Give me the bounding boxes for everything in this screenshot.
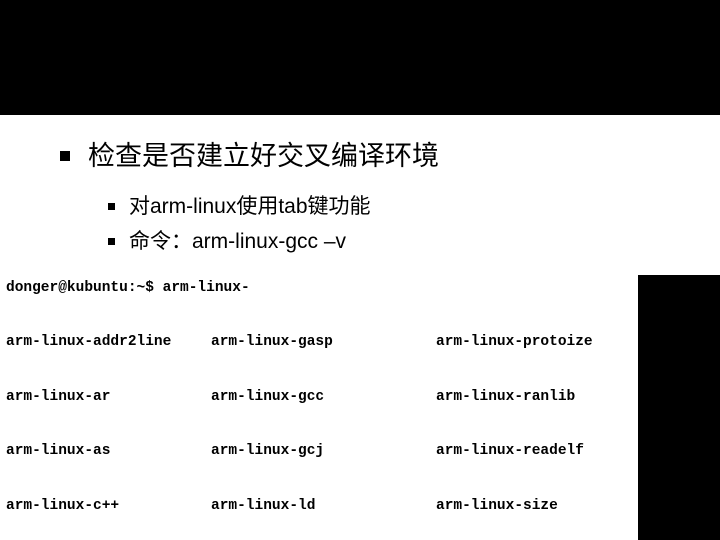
sub-bullet-text: 命令：arm-linux-gcc –v — [129, 227, 346, 256]
slide: 检查是否建立好交叉编译环境 对arm-linux使用tab键功能 命令：arm-… — [0, 0, 720, 540]
terminal-line: arm-linux-gasp — [211, 333, 436, 351]
terminal-line: arm-linux-gcj — [211, 442, 436, 460]
terminal-line: arm-linux-ranlib — [436, 388, 632, 406]
sub-bullet: 命令：arm-linux-gcc –v — [108, 227, 680, 256]
terminal-line: arm-linux-as — [6, 442, 211, 460]
terminal-columns: arm-linux-addr2line arm-linux-ar arm-lin… — [6, 297, 632, 540]
content-area: 检查是否建立好交叉编译环境 对arm-linux使用tab键功能 命令：arm-… — [0, 115, 720, 275]
bullet-dot-icon — [108, 238, 115, 245]
main-bullet: 检查是否建立好交叉编译环境 — [60, 139, 680, 174]
terminal-output: donger@kubuntu:~$ arm-linux- arm-linux-a… — [0, 275, 638, 540]
terminal-col: arm-linux-addr2line arm-linux-ar arm-lin… — [6, 297, 211, 540]
terminal-col: arm-linux-gasp arm-linux-gcc arm-linux-g… — [211, 297, 436, 540]
terminal-line: arm-linux-addr2line — [6, 333, 211, 351]
bullet-dot-icon — [108, 203, 115, 210]
sub-bullet-list: 对arm-linux使用tab键功能 命令：arm-linux-gcc –v — [108, 192, 680, 257]
sub-bullet-text: 对arm-linux使用tab键功能 — [129, 192, 371, 221]
sub-bullet: 对arm-linux使用tab键功能 — [108, 192, 680, 221]
terminal-line: arm-linux-protoize — [436, 333, 632, 351]
terminal-col: arm-linux-protoize arm-linux-ranlib arm-… — [436, 297, 632, 540]
bullet-dot-icon — [60, 151, 70, 161]
terminal-line: arm-linux-size — [436, 497, 632, 515]
terminal-line: arm-linux-readelf — [436, 442, 632, 460]
terminal-line: arm-linux-c++ — [6, 497, 211, 515]
main-bullet-text: 检查是否建立好交叉编译环境 — [88, 139, 439, 174]
terminal-line: arm-linux-ar — [6, 388, 211, 406]
terminal-line: arm-linux-gcc — [211, 388, 436, 406]
terminal-line: donger@kubuntu:~$ arm-linux- — [6, 279, 632, 297]
terminal-line: arm-linux-ld — [211, 497, 436, 515]
